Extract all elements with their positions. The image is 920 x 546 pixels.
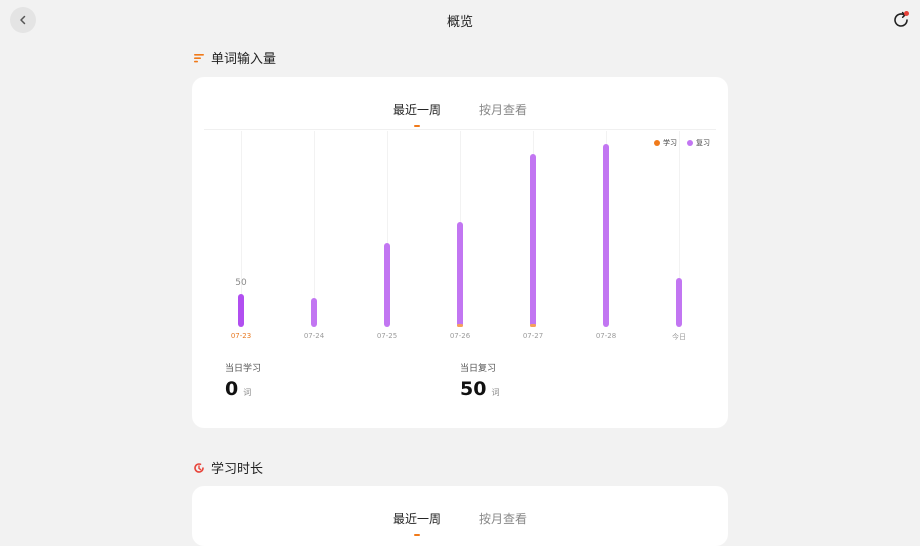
section-header-study-time: 学习时长 <box>193 458 263 477</box>
x-tick-label: 07-28 <box>595 332 617 340</box>
bar-learn-07-26 <box>457 324 463 327</box>
tab-recent-week[interactable]: 最近一周 <box>393 510 441 536</box>
bar-chart: 50 07-23 07-24 07-25 07-26 07-27 07-28 今日 <box>192 77 728 357</box>
sort-lines-icon <box>194 53 204 62</box>
stat-today-review: 当日复习 50 词 <box>460 361 499 400</box>
bar-learn-07-27 <box>530 324 536 327</box>
bar-review-07-28[interactable] <box>603 144 609 327</box>
period-tabs: 最近一周 按月查看 <box>192 510 728 536</box>
bar-review-07-24[interactable] <box>311 298 317 327</box>
bar-review-07-25[interactable] <box>384 243 390 327</box>
page-title: 概览 <box>446 15 473 30</box>
x-tick-label: 07-27 <box>522 332 544 340</box>
bar-review-07-26[interactable] <box>457 222 463 327</box>
study-time-card: 最近一周 按月查看 <box>192 486 728 546</box>
data-label: 50 <box>235 278 247 289</box>
stat-label: 当日复习 <box>460 364 497 374</box>
stat-today-learn: 当日学习 0 词 <box>225 361 261 400</box>
x-tick-label: 07-25 <box>376 332 398 340</box>
refresh-button[interactable] <box>890 9 912 31</box>
stat-unit: 词 <box>243 388 252 397</box>
section-title: 单词输入量 <box>211 52 277 67</box>
x-tick-label: 07-24 <box>303 332 325 340</box>
timer-icon <box>194 462 204 473</box>
x-tick-label: 07-26 <box>449 332 471 340</box>
stat-value: 0 <box>225 378 239 400</box>
stat-value: 50 <box>460 378 487 400</box>
word-input-card: 最近一周 按月查看 学习 复习 50 07-23 07-24 07-25 07-26 07… <box>192 77 728 428</box>
tab-by-month[interactable]: 按月查看 <box>479 510 527 527</box>
bar-review-今日[interactable] <box>676 278 682 327</box>
top-bar: 概览 <box>0 0 920 40</box>
section-title: 学习时长 <box>211 462 264 477</box>
stat-label: 当日学习 <box>225 364 262 374</box>
notification-dot <box>904 11 909 16</box>
bar-review-07-23[interactable] <box>238 294 244 327</box>
x-tick-label: 今日 <box>672 333 686 341</box>
bar-review-07-27[interactable] <box>530 153 536 327</box>
section-header-word-input: 单词输入量 <box>193 48 276 67</box>
stat-unit: 词 <box>491 388 500 397</box>
x-tick-label: 07-23 <box>230 332 252 340</box>
